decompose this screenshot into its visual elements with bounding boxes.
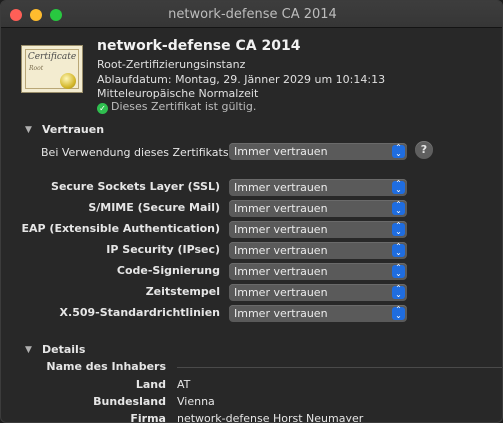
- certificate-type: Root-Zertifizierungsinstanz: [97, 58, 246, 71]
- trust-popup-value: Immer vertrauen: [234, 265, 328, 278]
- trust-disclosure-triangle-icon[interactable]: ▼: [25, 125, 32, 135]
- chevron-updown-icon: ⌃ ⌄: [392, 243, 405, 257]
- trust-popup-smime[interactable]: Immer vertrauen ⌃ ⌄: [229, 200, 407, 217]
- chevron-updown-icon: ⌃ ⌄: [392, 201, 405, 215]
- help-button[interactable]: ?: [415, 141, 433, 159]
- detail-value-country: AT: [177, 378, 191, 391]
- chevron-updown-icon: ⌃ ⌄: [392, 306, 405, 320]
- trust-popup-ipsec[interactable]: Immer vertrauen ⌃ ⌄: [229, 242, 407, 259]
- when-using-value: Immer vertrauen: [234, 145, 328, 158]
- validity-text: Dieses Zertifikat ist gültig.: [111, 100, 257, 113]
- trust-popup-value: Immer vertrauen: [234, 181, 328, 194]
- chevron-updown-icon: ⌃ ⌄: [392, 180, 405, 194]
- trust-label-ssl: Secure Sockets Layer (SSL): [51, 180, 220, 193]
- trust-popup-value: Immer vertrauen: [234, 202, 328, 215]
- chevron-updown-icon: ⌃ ⌄: [392, 144, 405, 158]
- chevron-updown-icon: ⌃ ⌄: [392, 285, 405, 299]
- certificate-icon-subtitle: Root: [29, 65, 44, 72]
- trust-label-smime: S/MIME (Secure Mail): [88, 201, 220, 214]
- validity-status: ✓ Dieses Zertifikat ist gültig.: [97, 100, 256, 114]
- when-using-popup[interactable]: Immer vertrauen ⌃ ⌄: [229, 143, 407, 160]
- detail-label-state: Bundesland: [93, 395, 166, 408]
- trust-section-title[interactable]: Vertrauen: [42, 123, 104, 136]
- expiry-date: Ablaufdatum: Montag, 29. Jänner 2029 um …: [97, 73, 386, 86]
- chevron-updown-icon: ⌃ ⌄: [392, 264, 405, 278]
- trust-popup-timestamp[interactable]: Immer vertrauen ⌃ ⌄: [229, 284, 407, 301]
- trust-popup-value: Immer vertrauen: [234, 286, 328, 299]
- detail-value-state: Vienna: [177, 395, 215, 408]
- detail-label-country: Land: [135, 378, 166, 391]
- trust-popup-ssl[interactable]: Immer vertrauen ⌃ ⌄: [229, 179, 407, 196]
- when-using-label: Bei Verwendung dieses Zertifikats:: [41, 146, 233, 159]
- chevron-updown-icon: ⌃ ⌄: [392, 222, 405, 236]
- subject-separator: [177, 367, 502, 368]
- seal-icon: [60, 73, 76, 89]
- details-section-title[interactable]: Details: [42, 343, 85, 356]
- details-disclosure-triangle-icon[interactable]: ▼: [25, 345, 32, 355]
- window-title: network-defense CA 2014: [168, 7, 337, 22]
- subject-name-heading: Name des Inhabers: [46, 360, 166, 373]
- trust-popup-code-signing[interactable]: Immer vertrauen ⌃ ⌄: [229, 263, 407, 280]
- trust-label-ipsec: IP Security (IPsec): [106, 243, 220, 256]
- trust-label-code-signing: Code-Signierung: [116, 264, 220, 277]
- trust-label-eap: EAP (Extensible Authentication): [21, 222, 221, 235]
- trust-label-x509: X.509-Standardrichtlinien: [59, 306, 220, 319]
- certificate-window: network-defense CA 2014 Certificate Root…: [0, 0, 503, 423]
- certificate-icon-title: Certificate: [27, 52, 77, 62]
- certificate-name: network-defense CA 2014: [97, 38, 301, 54]
- trust-popup-value: Immer vertrauen: [234, 244, 328, 257]
- trust-popup-eap[interactable]: Immer vertrauen ⌃ ⌄: [229, 221, 407, 238]
- trust-popup-value: Immer vertrauen: [234, 223, 328, 236]
- certificate-icon: Certificate Root: [21, 45, 83, 93]
- trust-popup-value: Immer vertrauen: [234, 307, 328, 320]
- detail-value-organization: network-defense Horst Neumayer: [177, 412, 364, 423]
- title-bar: network-defense CA 2014: [1, 1, 502, 28]
- checkmark-icon: ✓: [97, 103, 108, 114]
- expiry-timezone: Mitteleuropäische Normalzeit: [97, 87, 259, 100]
- trust-popup-x509[interactable]: Immer vertrauen ⌃ ⌄: [229, 305, 407, 322]
- detail-label-organization: Firma: [130, 412, 166, 423]
- trust-label-timestamp: Zeitstempel: [145, 285, 220, 298]
